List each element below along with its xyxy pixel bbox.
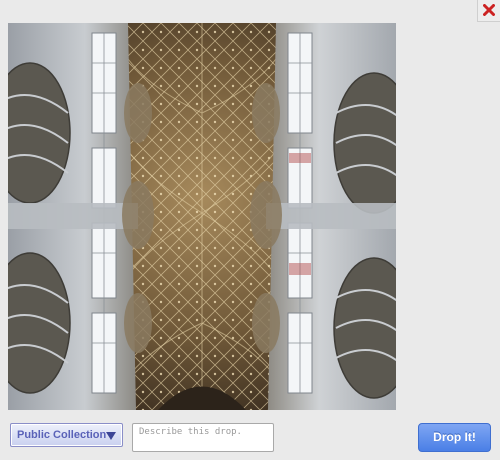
close-button[interactable]	[477, 0, 500, 22]
description-input[interactable]	[132, 423, 274, 452]
cathedral-ceiling-image	[8, 23, 396, 410]
drop-it-button[interactable]: Drop It!	[418, 423, 491, 452]
dropdown-arrow-icon	[106, 432, 116, 440]
photo-preview[interactable]	[8, 23, 396, 410]
collection-select-value: Public Collection	[17, 429, 107, 441]
collection-select[interactable]: Public Collection	[10, 423, 123, 447]
drop-toolbar: Public Collection Drop It!	[0, 410, 500, 460]
close-icon	[483, 4, 495, 16]
